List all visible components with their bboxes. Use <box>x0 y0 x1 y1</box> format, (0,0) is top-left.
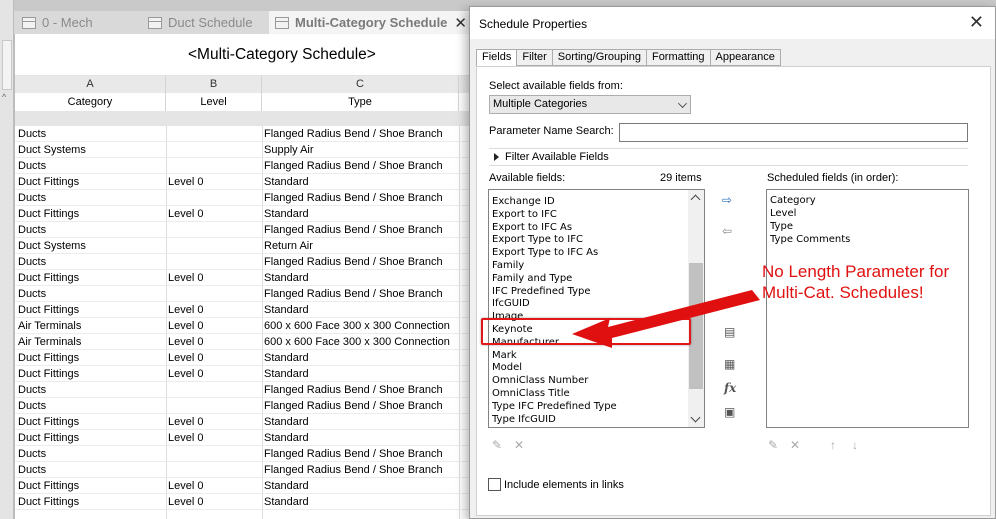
annotation-line-1: No Length Parameter for <box>762 262 950 281</box>
annotation-line-2: Multi-Cat. Schedules! <box>762 283 924 302</box>
annotation-arrow <box>572 290 760 348</box>
annotation-text: No Length Parameter for Multi-Cat. Sched… <box>762 261 949 303</box>
